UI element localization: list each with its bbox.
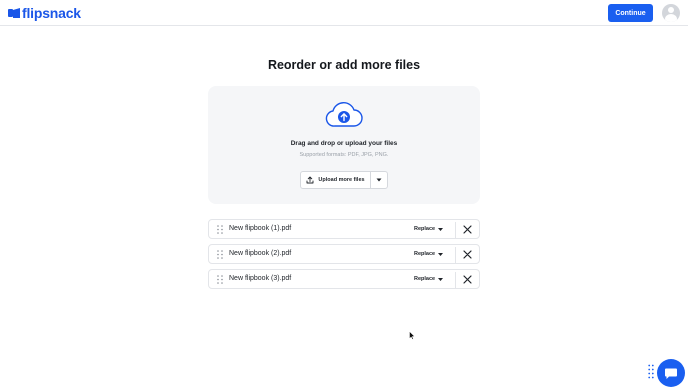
upload-options-dropdown[interactable] <box>371 172 387 188</box>
row-divider <box>455 247 456 263</box>
dropzone-title: Drag and drop or upload your files <box>290 140 398 147</box>
brand-logo[interactable]: flipsnack <box>8 6 81 20</box>
row-divider <box>455 222 456 238</box>
chevron-down-icon <box>376 178 382 182</box>
drag-handle-icon[interactable] <box>217 275 223 284</box>
chevron-down-icon <box>438 252 444 256</box>
file-row[interactable]: New flipbook (3).pdf Replace <box>208 269 480 289</box>
supported-formats: Supported formats: PDF, JPG, PNG. <box>299 152 389 158</box>
top-bar: flipsnack Continue <box>0 0 688 26</box>
chevron-down-icon <box>438 227 444 231</box>
row-divider <box>455 272 456 288</box>
upload-button-group: Upload more files <box>300 171 388 189</box>
upload-icon <box>306 176 314 184</box>
close-icon[interactable] <box>463 250 472 259</box>
drag-handle-icon[interactable] <box>217 250 223 259</box>
replace-label: Replace <box>414 276 436 282</box>
continue-button[interactable]: Continue <box>608 4 653 22</box>
chat-bubble-icon <box>665 368 677 379</box>
file-name: New flipbook (2).pdf <box>229 250 292 257</box>
cloud-upload-icon <box>325 102 363 127</box>
file-row[interactable]: New flipbook (2).pdf Replace <box>208 244 480 264</box>
flipsnack-logo-icon <box>8 8 20 18</box>
grip-dots-icon[interactable] <box>648 364 654 380</box>
chevron-down-icon <box>438 277 444 281</box>
user-avatar-icon[interactable] <box>662 4 680 22</box>
close-icon[interactable] <box>463 225 472 234</box>
replace-label: Replace <box>414 251 436 257</box>
brand-name: flipsnack <box>22 5 81 21</box>
replace-dropdown[interactable]: Replace <box>414 276 444 282</box>
replace-dropdown[interactable]: Replace <box>414 226 444 232</box>
upload-more-files-button[interactable]: Upload more files <box>301 172 371 188</box>
file-row[interactable]: New flipbook (1).pdf Replace <box>208 219 480 239</box>
upload-dropzone[interactable]: Drag and drop or upload your files Suppo… <box>208 86 480 204</box>
file-name: New flipbook (1).pdf <box>229 225 292 232</box>
file-name: New flipbook (3).pdf <box>229 275 292 282</box>
chat-button[interactable] <box>657 359 685 387</box>
upload-more-files-label: Upload more files <box>318 177 365 183</box>
page-title: Reorder or add more files <box>267 58 421 72</box>
replace-dropdown[interactable]: Replace <box>414 251 444 257</box>
mouse-cursor-icon <box>409 331 415 340</box>
close-icon[interactable] <box>463 275 472 284</box>
replace-label: Replace <box>414 226 436 232</box>
drag-handle-icon[interactable] <box>217 225 223 234</box>
